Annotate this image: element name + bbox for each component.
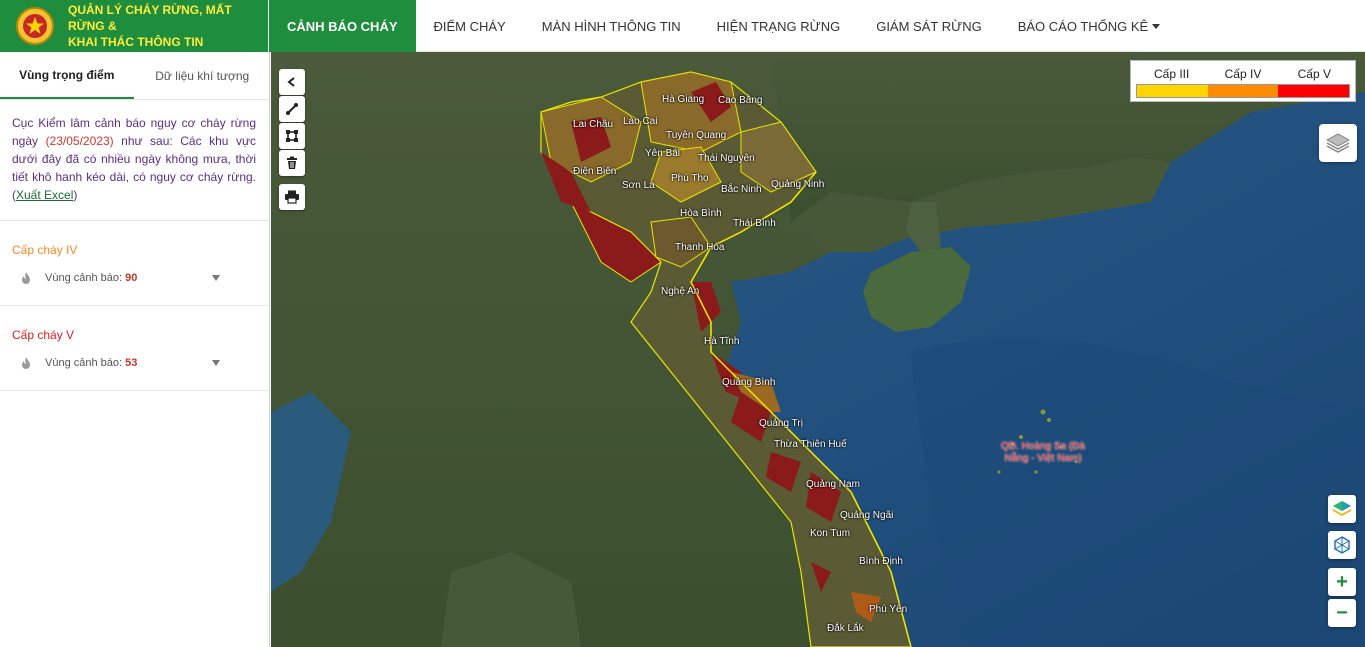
fire-level-iv: Cấp cháy IV Vùng cảnh báo: 90 — [0, 221, 269, 306]
collapse-panel-button[interactable] — [279, 69, 305, 95]
sidebar: Vùng trọng điểm Dữ liệu khí tượng Cục Ki… — [0, 52, 270, 647]
dropdown-arrow-icon — [212, 275, 220, 281]
nav-hien-trang-rung[interactable]: HIỆN TRẠNG RỪNG — [699, 0, 859, 52]
fire-level-v-title: Cấp cháy V — [12, 328, 75, 342]
dropdown-arrow-icon — [212, 360, 220, 366]
map-tools — [279, 69, 305, 211]
measure-area-button[interactable] — [279, 123, 305, 149]
zoom-out-button[interactable]: − — [1328, 599, 1356, 627]
legend-label-cap-v: Cấp V — [1297, 67, 1331, 81]
legend-color-bar — [1136, 84, 1350, 98]
map-view[interactable]: Hà Giang Cao Bằng Lai Châu Lào Cai Tuyên… — [271, 52, 1365, 647]
satellite-basemap — [271, 52, 1365, 647]
print-icon — [285, 190, 299, 204]
trash-icon — [287, 156, 297, 169]
zoom-in-button[interactable]: + — [1328, 568, 1356, 596]
top-bar: QUẢN LÝ CHÁY RỪNG, MẤT RỪNG & KHAI THÁC … — [0, 0, 1365, 52]
measure-line-button[interactable] — [279, 96, 305, 122]
fire-level-v-label: Vùng cảnh báo: — [45, 357, 123, 369]
emblem-logo — [16, 7, 54, 45]
nav-giam-sat-rung[interactable]: GIÁM SÁT RỪNG — [858, 0, 1000, 52]
tab-du-lieu-khi-tuong[interactable]: Dữ liệu khí tượng — [136, 52, 270, 99]
line-measure-icon — [286, 103, 298, 115]
warning-notice: Cục Kiểm lâm cảnh báo nguy cơ cháy rừng … — [0, 100, 269, 221]
fire-level-iv-toggle[interactable]: Vùng cảnh báo: 90 — [12, 271, 257, 285]
basemap-layers-button[interactable] — [1319, 124, 1357, 162]
print-button[interactable] — [279, 184, 305, 210]
brand-title-line1: QUẢN LÝ CHÁY RỪNG, MẤT RỪNG & — [68, 3, 232, 33]
legend-swatch-cap-iv — [1207, 85, 1279, 97]
chevron-left-icon — [287, 77, 295, 87]
export-excel-link[interactable]: Xuất Excel — [16, 188, 73, 202]
network-tool-button[interactable] — [1328, 531, 1356, 559]
delete-drawing-button[interactable] — [279, 150, 305, 176]
brand-title: QUẢN LÝ CHÁY RỪNG, MẤT RỪNG & KHAI THÁC … — [68, 2, 258, 50]
paracel-islands-label: QĐ. Hoàng Sa (Đà Nẵng - Việt Nam) — [1001, 441, 1085, 464]
nav-bao-cao-thong-ke[interactable]: BÁO CÁO THỐNG KÊ — [1000, 0, 1179, 52]
nav-canh-bao-chay[interactable]: CẢNH BÁO CHÁY — [269, 0, 416, 52]
fire-level-iv-count: 90 — [125, 272, 138, 284]
tab-vung-trong-diem[interactable]: Vùng trọng điểm — [0, 52, 134, 99]
fire-level-legend: Cấp III Cấp IV Cấp V — [1130, 60, 1356, 102]
legend-labels: Cấp III Cấp IV Cấp V — [1136, 67, 1350, 81]
notice-suffix: ) — [73, 188, 78, 202]
fire-level-iv-label: Vùng cảnh báo: — [45, 272, 123, 284]
brand-title-line2: KHAI THÁC THÔNG TIN — [68, 35, 204, 49]
flame-icon — [22, 357, 30, 369]
notice-date: (23/05/2023) — [45, 134, 114, 148]
brand[interactable]: QUẢN LÝ CHÁY RỪNG, MẤT RỪNG & KHAI THÁC … — [0, 0, 268, 52]
fire-level-v-toggle[interactable]: Vùng cảnh báo: 53 — [12, 356, 257, 370]
fire-level-iv-title: Cấp cháy IV — [12, 243, 78, 257]
caret-down-icon — [1152, 23, 1161, 29]
overlay-layers-button[interactable] — [1328, 495, 1356, 523]
area-measure-icon — [286, 130, 298, 142]
sidebar-tabs: Vùng trọng điểm Dữ liệu khí tượng — [0, 52, 269, 100]
fire-level-v-count: 53 — [125, 357, 138, 369]
nav-diem-chay[interactable]: ĐIỂM CHÁY — [416, 0, 524, 52]
legend-swatch-cap-iii — [1137, 85, 1208, 97]
nav-man-hinh-thong-tin[interactable]: MÀN HÌNH THÔNG TIN — [524, 0, 699, 52]
flame-icon — [22, 272, 30, 284]
legend-swatch-cap-v — [1278, 85, 1350, 97]
main-nav: CẢNH BÁO CHÁY ĐIỂM CHÁY MÀN HÌNH THÔNG T… — [269, 0, 1178, 52]
layers-icon — [1325, 133, 1351, 153]
fire-level-v: Cấp cháy V Vùng cảnh báo: 53 — [0, 306, 269, 391]
legend-label-cap-iii: Cấp III — [1153, 67, 1190, 81]
nav-bao-cao-thong-ke-label: BÁO CÁO THỐNG KÊ — [1017, 18, 1149, 34]
network-icon — [1334, 536, 1350, 554]
legend-label-cap-iv: Cấp IV — [1224, 67, 1262, 81]
stacked-layers-icon — [1333, 501, 1351, 516]
